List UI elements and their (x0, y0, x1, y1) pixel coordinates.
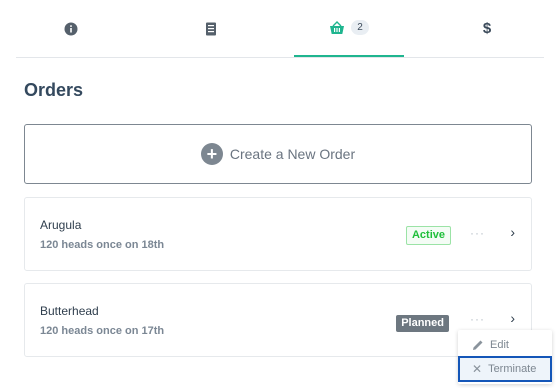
chevron-right-icon[interactable]: › (510, 224, 515, 240)
basket-icon (330, 20, 345, 34)
tab-info[interactable] (16, 0, 126, 57)
tab-orders[interactable]: 2 (294, 0, 404, 57)
close-icon: ✕ (472, 362, 483, 376)
receipt-icon (206, 22, 216, 35)
create-order-button[interactable]: + Create a New Order (24, 124, 532, 184)
chevron-right-icon[interactable]: › (510, 310, 515, 326)
order-schedule: 120 heads once on 17th (40, 325, 165, 337)
pencil-icon (473, 340, 483, 350)
order-context-menu: Edit ✕ Terminate (458, 330, 552, 384)
dollar-icon: $ (482, 20, 492, 37)
create-order-label: Create a New Order (229, 146, 356, 162)
order-name: Arugula (40, 218, 82, 232)
edit-menu-item[interactable]: Edit (458, 333, 552, 357)
orders-count-badge: 2 (351, 20, 369, 35)
edit-label: Edit (490, 339, 509, 351)
more-options-icon[interactable]: ··· (470, 312, 485, 326)
plus-icon: + (200, 143, 223, 165)
order-card[interactable]: Arugula 120 heads once on 18th Active ··… (24, 197, 532, 271)
order-schedule: 120 heads once on 18th (40, 239, 165, 251)
order-name: Butterhead (40, 304, 99, 318)
terminate-label: Terminate (488, 363, 537, 375)
order-card[interactable]: Butterhead 120 heads once on 17th Planne… (24, 283, 532, 357)
info-icon (64, 22, 78, 35)
more-options-icon[interactable]: ··· (470, 226, 485, 240)
tab-bar: 2 $ (16, 0, 544, 58)
tab-billing[interactable]: $ (432, 0, 542, 57)
page-title: Orders (24, 80, 84, 100)
terminate-menu-item[interactable]: ✕ Terminate (458, 356, 552, 382)
tab-receipts[interactable] (156, 0, 266, 57)
status-badge: Active (405, 226, 451, 245)
status-badge: Planned (396, 315, 449, 332)
